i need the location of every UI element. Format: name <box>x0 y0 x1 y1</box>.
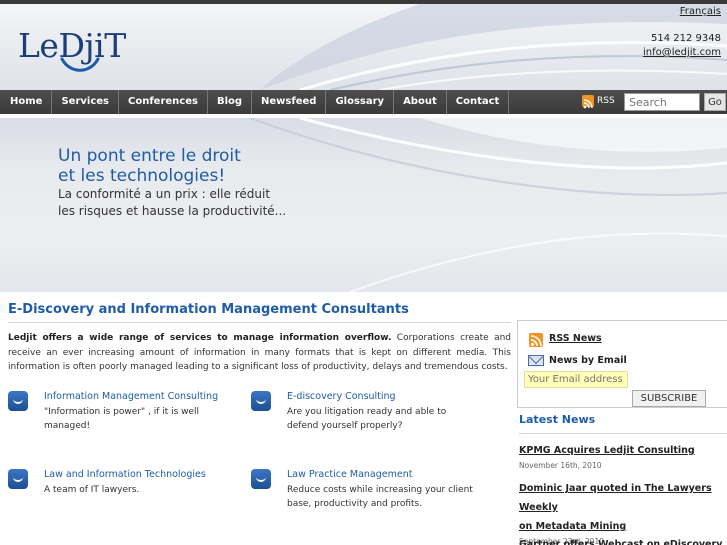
service-info-management: Information Management Consulting "Infor… <box>8 391 248 431</box>
service-title-link[interactable]: Law Practice Management <box>287 469 412 480</box>
service-law-it: Law and Information Technologies A team … <box>8 469 248 509</box>
logo-smile-icon <box>60 57 100 72</box>
service-description: Are you litigation ready and able to def… <box>287 407 447 431</box>
nav-rss-link[interactable]: RSS <box>582 95 615 109</box>
latest-news-title: Latest News <box>519 413 596 426</box>
news-title-link[interactable]: KPMG Acquires Ledjit Consulting <box>519 441 727 460</box>
latest-news-divider <box>519 433 727 434</box>
service-smile-icon <box>251 391 271 411</box>
phone-number: 514 212 9348 <box>651 33 721 44</box>
service-smile-icon <box>8 391 28 411</box>
nav-glossary[interactable]: Glossary <box>326 90 395 114</box>
news-title-link[interactable]: Gartner offers Webcast on eDiscovery <box>519 535 727 545</box>
news-item: KPMG Acquires Ledjit Consulting November… <box>519 441 727 472</box>
title-divider <box>8 322 511 323</box>
news-by-email-label: News by Email <box>549 355 627 366</box>
search-input[interactable] <box>624 93 700 111</box>
rss-news-link[interactable]: RSS News <box>549 333 602 344</box>
nav-blog[interactable]: Blog <box>208 90 253 114</box>
banner-sub-line2: les risques et hausse la productivité... <box>58 204 287 218</box>
news-title-line2: on Metadata Mining <box>519 521 627 532</box>
intro-paragraph: Ledjit offers a wide range of services t… <box>8 331 511 375</box>
rss-icon <box>582 95 594 109</box>
search-go-button[interactable]: Go <box>704 93 726 111</box>
email-link[interactable]: info@ledjit.com <box>643 47 721 58</box>
service-ediscovery: E-discovery Consulting Are you litigatio… <box>251 391 491 431</box>
service-title-link[interactable]: E-discovery Consulting <box>287 391 396 402</box>
header: LeDjiT Français 514 212 9348 info@ledjit… <box>0 4 727 90</box>
banner-headline: Un pont entre le droit et les technologi… <box>58 146 241 186</box>
hero-banner: Un pont entre le droit et les technologi… <box>0 118 727 292</box>
banner-headline-line1: Un pont entre le droit <box>58 146 241 166</box>
mail-icon <box>528 355 544 366</box>
service-description: Reduce costs while increasing your clien… <box>287 485 473 509</box>
service-law-practice: Law Practice Management Reduce costs whi… <box>251 469 491 509</box>
page-title: E-Discovery and Information Management C… <box>8 302 409 317</box>
subscribe-box: RSS News News by Email SUBSCRIBE <box>517 320 727 408</box>
banner-headline-line2: et les technologies! <box>58 166 226 186</box>
nav-items: Home Services Conferences Blog Newsfeed … <box>0 90 510 114</box>
service-title-link[interactable]: Information Management Consulting <box>44 391 218 402</box>
service-description: A team of IT lawyers. <box>44 485 140 495</box>
email-subscribe-input[interactable] <box>524 371 628 388</box>
news-item: Gartner offers Webcast on eDiscovery <box>519 535 727 545</box>
nav-bar: Home Services Conferences Blog Newsfeed … <box>0 90 727 114</box>
nav-home[interactable]: Home <box>0 90 53 114</box>
language-link[interactable]: Français <box>680 6 721 17</box>
service-title-link[interactable]: Law and Information Technologies <box>44 469 206 480</box>
nav-conferences[interactable]: Conferences <box>119 90 208 114</box>
nav-about[interactable]: About <box>394 90 447 114</box>
intro-bold: Ledjit offers a wide range of services t… <box>8 333 392 343</box>
nav-services[interactable]: Services <box>52 90 119 114</box>
nav-newsfeed[interactable]: Newsfeed <box>252 90 327 114</box>
news-title-line1: Dominic Jaar quoted in The Lawyers Weekl… <box>519 483 712 513</box>
news-date: November 16th, 2010 <box>519 461 602 470</box>
banner-sub-line1: La conformité a un prix : elle réduit <box>58 187 271 201</box>
service-smile-icon <box>251 469 271 489</box>
rss-label: RSS <box>597 96 615 106</box>
service-description: "Information is power" , if it is well m… <box>44 407 200 431</box>
banner-subtext: La conformité a un prix : elle réduit le… <box>58 186 286 220</box>
nav-contact[interactable]: Contact <box>447 90 510 114</box>
service-smile-icon <box>8 469 28 489</box>
subscribe-button[interactable]: SUBSCRIBE <box>632 390 706 407</box>
news-title-link[interactable]: Dominic Jaar quoted in The Lawyers Weekl… <box>519 479 727 536</box>
rss-icon <box>529 333 543 347</box>
